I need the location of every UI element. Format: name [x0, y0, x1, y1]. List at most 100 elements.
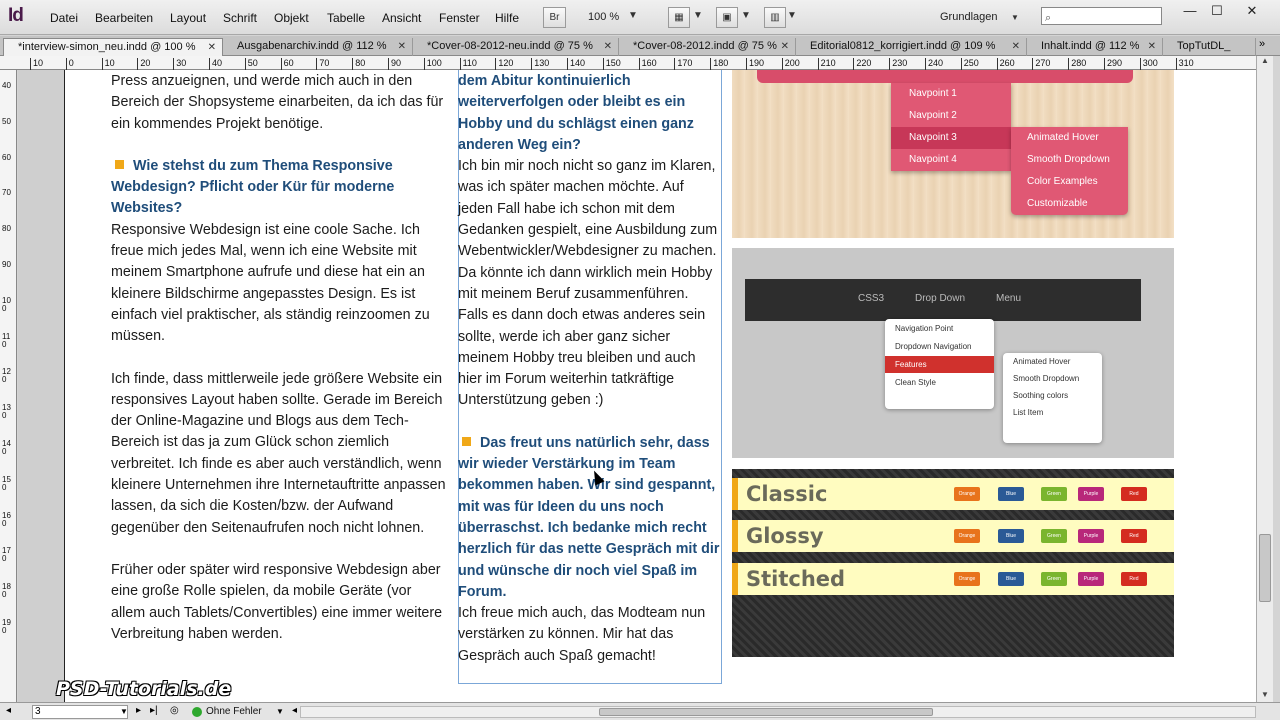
menu-fenster[interactable]: Fenster — [439, 11, 480, 25]
horizontal-scrollbar[interactable] — [300, 706, 1256, 718]
close-tab-icon[interactable]: ✕ — [1148, 38, 1156, 55]
color-chip: Blue — [998, 487, 1024, 501]
next-page-icon[interactable]: ▸ — [136, 705, 141, 716]
close-tab-icon[interactable]: ✕ — [398, 38, 406, 55]
tab-ausgabenarchiv[interactable]: Ausgabenarchiv.indd @ 112 % ✕ — [223, 38, 413, 56]
tab-inhalt[interactable]: Inhalt.indd @ 112 % ✕ — [1027, 38, 1163, 56]
tab-toptut[interactable]: TopTutDL_ — [1163, 38, 1256, 56]
tab-label: *Cover-08-2012-neu.indd @ 75 % — [427, 40, 593, 52]
color-chip: Purple — [1078, 487, 1104, 501]
screen-mode-caret-icon[interactable]: ▼ — [741, 10, 751, 21]
indesign-logo: Id — [8, 5, 24, 26]
page-number-field[interactable]: 3 — [32, 705, 128, 719]
minimize-button[interactable]: — — [1176, 3, 1204, 19]
text-column-left[interactable]: Press anzueignen, und werde mich auch in… — [111, 71, 446, 666]
ruler-tick: 10 — [101, 58, 115, 70]
zoom-dropdown-icon[interactable]: ▼ — [628, 10, 638, 21]
paragraph: Früher oder später wird responsive Webde… — [111, 561, 443, 642]
ruler-tick: 100 — [2, 295, 11, 313]
ruler-tick: 90 — [388, 58, 401, 70]
ruler-tick: 270 — [1032, 58, 1050, 70]
dropdown-item: Navpoint 1 — [909, 88, 957, 99]
maximize-button[interactable]: ☐ — [1203, 3, 1231, 19]
scroll-left-icon[interactable]: ◂ — [292, 705, 297, 716]
bullet-square-icon — [462, 436, 471, 446]
tab-label: *Cover-08-2012.indd @ 75 % — [633, 40, 777, 52]
question-text: Das freut uns natürlich sehr, dass wir w… — [458, 434, 720, 600]
dropdown-item: Dropdown Navigation — [895, 342, 972, 351]
menu-tabelle[interactable]: Tabelle — [327, 11, 365, 25]
horizontal-ruler[interactable]: 10 0 10 20 30 40 50 60 70 80 90 100 110 120 130 140 150 1… — [0, 56, 1256, 70]
last-page-icon[interactable]: ▸| — [150, 705, 158, 716]
menu-layout[interactable]: Layout — [170, 11, 206, 25]
menu-bearbeiten[interactable]: Bearbeiten — [95, 11, 153, 25]
tab-interview[interactable]: *interview-simon_neu.indd @ 100 % ✕ — [3, 38, 223, 56]
menu-objekt[interactable]: Objekt — [274, 11, 309, 25]
tabs-overflow-icon[interactable]: » — [1259, 38, 1265, 50]
ruler-tick: 40 — [2, 81, 11, 90]
page-dropdown-icon[interactable]: ▼ — [120, 707, 128, 716]
scroll-up-icon[interactable]: ▲ — [1257, 56, 1273, 65]
menu-schrift[interactable]: Schrift — [223, 11, 257, 25]
close-tab-icon[interactable]: ✕ — [781, 38, 789, 55]
color-chip: Blue — [998, 529, 1024, 543]
ruler-tick: 80 — [352, 58, 365, 70]
ruler-tick: 10 — [30, 58, 43, 70]
color-chip: Orange — [954, 572, 980, 586]
submenu-item: Animated Hover — [1027, 132, 1099, 143]
close-tab-icon[interactable]: ✕ — [1012, 38, 1020, 55]
arrange-caret-icon[interactable]: ▼ — [787, 10, 797, 21]
zoom-level[interactable]: 100 % — [588, 11, 619, 23]
paragraph: Ich finde, dass mittlerweile jede größer… — [111, 370, 446, 536]
document-tabs: *interview-simon_neu.indd @ 100 % ✕ Ausga… — [0, 36, 1280, 56]
submenu-item: Customizable — [1027, 198, 1088, 209]
search-field[interactable]: ⌕ — [1041, 7, 1162, 25]
tab-label: TopTutDL_ — [1177, 40, 1231, 52]
screen-mode-icon[interactable]: ▣ — [716, 7, 738, 28]
ruler-tick: 100 — [423, 58, 442, 70]
tab-cover[interactable]: *Cover-08-2012.indd @ 75 % ✕ — [619, 38, 796, 56]
nav-item: Drop Down — [915, 293, 966, 304]
vertical-ruler[interactable]: 40 50 60 70 80 90 100 110 120 130 140 150 160 170 180 1… — [0, 70, 17, 702]
preflight-icon[interactable]: ◎ — [170, 705, 179, 716]
menu-hilfe[interactable]: Hilfe — [495, 11, 519, 25]
white-dropdown: Navigation Point Dropdown Navigation Fea… — [885, 319, 994, 409]
color-chip: Orange — [954, 487, 980, 501]
close-tab-icon[interactable]: ✕ — [208, 39, 216, 56]
vertical-scrollbar[interactable]: ▲ ▼ — [1256, 56, 1273, 702]
ruler-tick: 50 — [244, 58, 258, 70]
scroll-thumb[interactable] — [1259, 534, 1271, 602]
workspace-switcher[interactable]: Grundlagen — [940, 11, 998, 23]
ruler-tick: 30 — [173, 58, 186, 70]
close-tab-icon[interactable]: ✕ — [604, 38, 612, 55]
tab-editorial[interactable]: Editorial0812_korrigiert.indd @ 109 % ✕ — [796, 38, 1027, 56]
preflight-status[interactable]: Ohne Fehler — [206, 706, 262, 717]
tab-cover-neu[interactable]: *Cover-08-2012-neu.indd @ 75 % ✕ — [413, 38, 619, 56]
arrange-documents-icon[interactable]: ▥ — [764, 7, 786, 28]
tab-label: Editorial0812_korrigiert.indd @ 109 % — [810, 40, 996, 52]
submenu-item: Smooth Dropdown — [1013, 374, 1080, 383]
white-submenu: Animated Hover Smooth Dropdown Soothing … — [1003, 353, 1102, 443]
bridge-button[interactable]: Br — [543, 7, 566, 28]
paragraph: Ich bin mir noch nicht so ganz im Klaren… — [458, 158, 718, 409]
text-column-right[interactable]: dem Abitur kontinuierlich weiterverfolge… — [458, 71, 720, 688]
view-options-icon[interactable]: ▦ — [668, 7, 690, 28]
ruler-tick: 110 — [459, 58, 477, 70]
menu-datei[interactable]: Datei — [50, 11, 78, 25]
preflight-dropdown-icon[interactable]: ▼ — [276, 707, 284, 716]
scroll-thumb[interactable] — [599, 708, 933, 716]
dropdown-item: Navpoint 2 — [909, 110, 957, 121]
dropdown-item: Navigation Point — [895, 324, 954, 333]
menu-ansicht[interactable]: Ansicht — [382, 11, 421, 25]
paragraph: Responsive Webdesign ist eine coole Sach… — [111, 221, 430, 345]
scroll-down-icon[interactable]: ▼ — [1261, 690, 1269, 699]
close-button[interactable]: ✕ — [1238, 3, 1266, 19]
ruler-tick: 230 — [889, 58, 907, 70]
ruler-tick: 310 — [1175, 58, 1194, 70]
dropdown-item: Navpoint 3 — [891, 127, 1011, 149]
pink-navbar — [757, 70, 1133, 83]
first-page-icon[interactable]: ◂ — [6, 705, 11, 716]
workspace-caret-icon[interactable]: ▼ — [1011, 13, 1019, 22]
dropdown-item: Clean Style — [895, 378, 936, 387]
view-options-caret-icon[interactable]: ▼ — [693, 10, 703, 21]
